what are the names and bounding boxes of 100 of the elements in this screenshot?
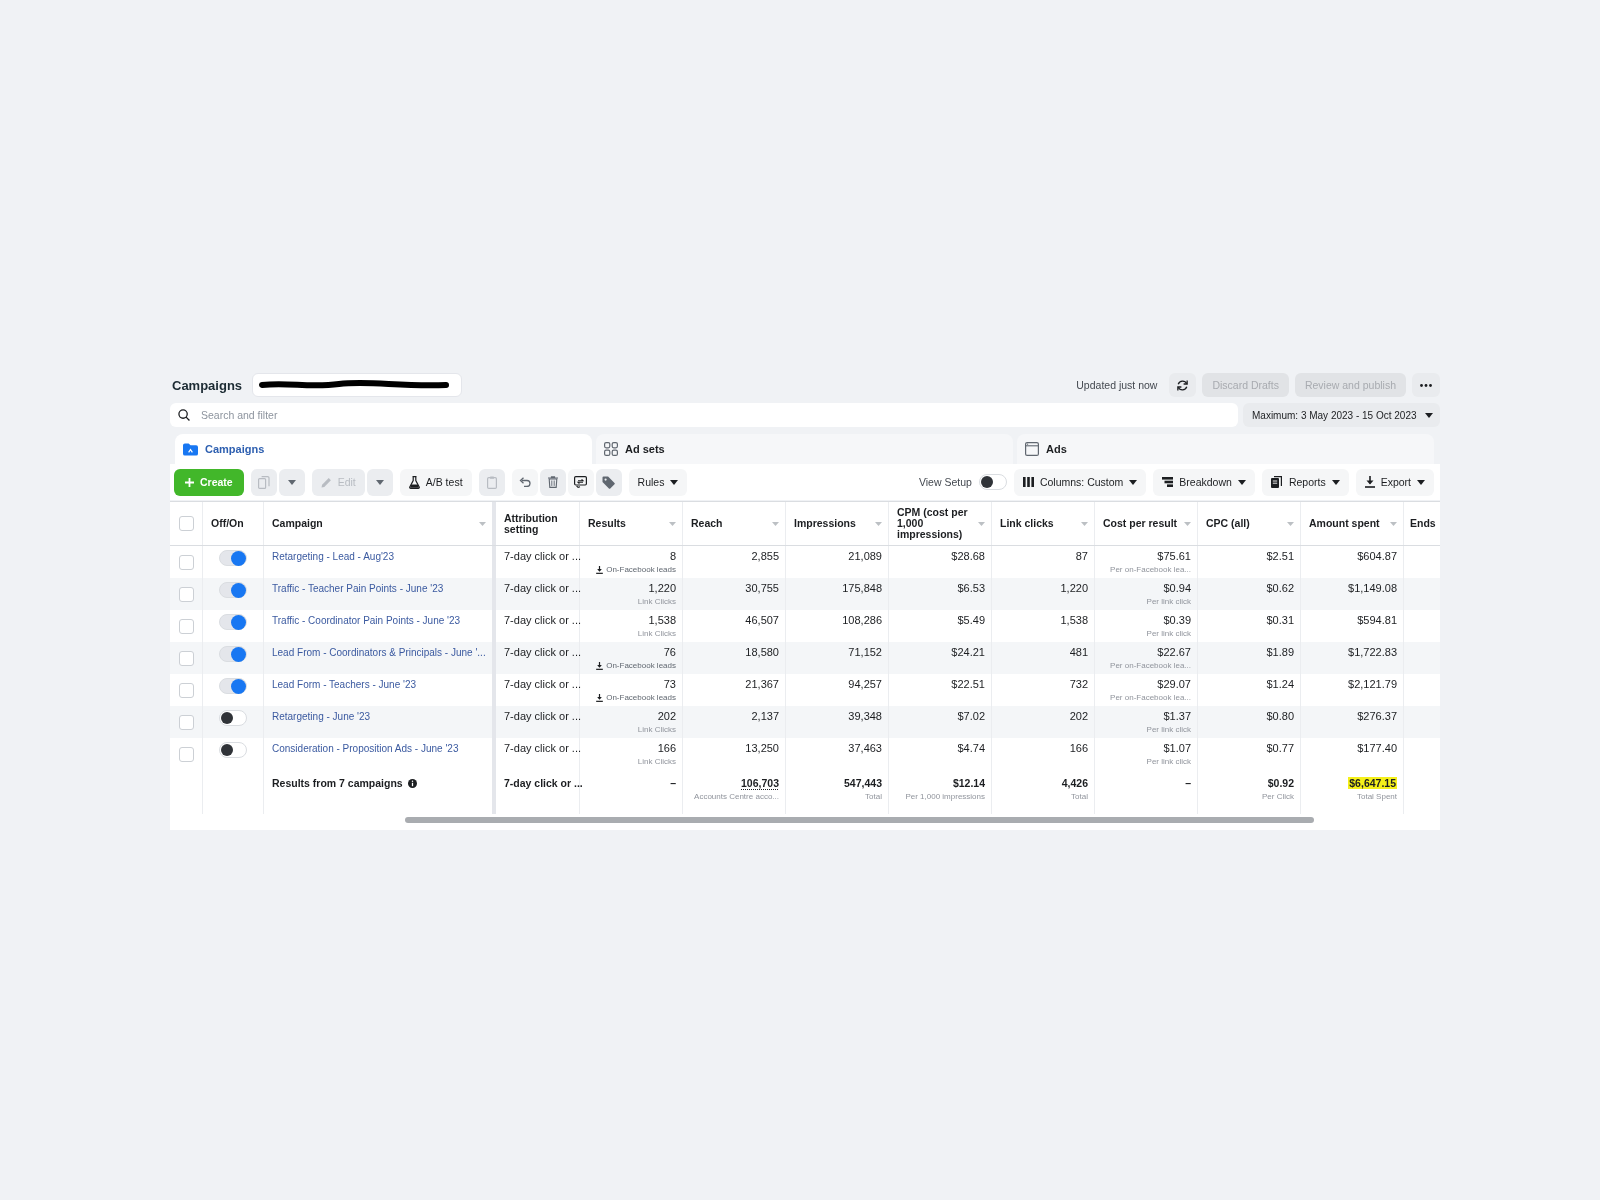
row-checkbox[interactable] bbox=[178, 586, 194, 602]
table-cell: $4.74 bbox=[957, 742, 985, 754]
download-icon bbox=[596, 661, 604, 670]
column-header[interactable]: Cost per result bbox=[1103, 518, 1180, 529]
select-all-checkbox[interactable] bbox=[178, 516, 194, 531]
column-header[interactable]: Results bbox=[588, 518, 665, 529]
column-header[interactable]: Reach bbox=[691, 518, 768, 529]
view-setup-label: View Setup bbox=[918, 476, 972, 488]
caret-icon bbox=[1425, 412, 1433, 418]
campaign-link[interactable]: Lead From - Coordinators & Principals - June '... bbox=[272, 647, 486, 658]
table-cell: – bbox=[1185, 777, 1191, 789]
campaign-link[interactable]: Traffic - Teacher Pain Points - June '23 bbox=[272, 583, 444, 594]
caret-icon bbox=[1237, 479, 1246, 485]
column-header[interactable]: CPM (cost per 1,000 impressions) bbox=[897, 507, 974, 540]
tab[interactable]: Ads bbox=[1017, 434, 1434, 464]
row-checkbox[interactable] bbox=[178, 650, 194, 666]
scribble-icon bbox=[259, 379, 450, 391]
dropdown-button[interactable] bbox=[278, 468, 305, 496]
more-icon bbox=[1420, 383, 1432, 387]
columns-button[interactable]: Columns: Custom bbox=[1013, 468, 1147, 496]
column-header[interactable]: Impressions bbox=[794, 518, 871, 529]
table-cell: 94,257 bbox=[848, 678, 882, 690]
toggle-switch[interactable] bbox=[219, 614, 247, 630]
campaign-link[interactable]: Consideration - Proposition Ads - June '23 bbox=[272, 743, 459, 754]
table-cell: 73 bbox=[663, 678, 676, 690]
update-status: Updated just now bbox=[1076, 379, 1158, 391]
column-header[interactable]: CPC (all) bbox=[1206, 518, 1283, 529]
tag-button[interactable] bbox=[595, 468, 622, 496]
toggle-switch[interactable] bbox=[219, 646, 247, 662]
toggle-switch[interactable] bbox=[219, 742, 247, 758]
row-checkbox[interactable] bbox=[178, 714, 194, 730]
campaign-link[interactable]: Traffic - Coordinator Pain Points - June '23 bbox=[272, 615, 461, 626]
table-cell: $5.49 bbox=[957, 614, 985, 626]
horizontal-scrollbar[interactable] bbox=[405, 817, 1314, 823]
cell-caption: Total bbox=[865, 791, 882, 802]
account-dropdown[interactable] bbox=[252, 373, 463, 397]
table-cell: 1,538 bbox=[1060, 614, 1088, 626]
table-cell: $0.39 bbox=[1163, 614, 1191, 626]
cell-caption: Per link click bbox=[1146, 756, 1191, 767]
table-cell: 7-day click or ... bbox=[504, 614, 582, 626]
table-cell: $28.68 bbox=[951, 550, 985, 562]
row-checkbox[interactable] bbox=[178, 682, 194, 698]
campaign-link[interactable]: Retargeting - Lead - Aug'23 bbox=[272, 551, 394, 562]
table-cell: 2,137 bbox=[751, 710, 779, 722]
table-cell: 7-day click or ... bbox=[504, 710, 582, 722]
table-cell: 7-day click or ... bbox=[504, 582, 582, 594]
table-cell: 21,089 bbox=[848, 550, 882, 562]
column-header[interactable]: Campaign bbox=[272, 518, 475, 529]
cell-caption: Per link click bbox=[1146, 724, 1191, 735]
caret-icon bbox=[1331, 479, 1340, 485]
toggle-switch[interactable] bbox=[219, 678, 247, 694]
column-header: Off/On bbox=[211, 518, 245, 529]
table-cell: $6,647.15 bbox=[1348, 777, 1397, 789]
clipboard-button[interactable] bbox=[478, 468, 505, 496]
refresh-button[interactable] bbox=[1169, 373, 1197, 397]
row-checkbox[interactable] bbox=[178, 746, 194, 762]
toggle-switch[interactable] bbox=[219, 582, 247, 598]
cell-caption: On-Facebook leads bbox=[606, 564, 676, 575]
tab[interactable]: Campaigns bbox=[175, 434, 592, 464]
table-cell: $75.61 bbox=[1157, 550, 1191, 562]
column-header[interactable]: Link clicks bbox=[1000, 518, 1077, 529]
table-cell: 18,580 bbox=[745, 646, 779, 658]
breakdown-button[interactable]: Breakdown bbox=[1153, 468, 1255, 496]
toggle-switch[interactable] bbox=[219, 710, 247, 726]
reports-button[interactable]: Reports bbox=[1261, 468, 1349, 496]
delete-button[interactable] bbox=[539, 468, 566, 496]
ab-test-button[interactable]: A/B test bbox=[399, 468, 472, 496]
row-checkbox[interactable] bbox=[178, 554, 194, 570]
table-cell: $276.37 bbox=[1357, 710, 1397, 722]
table-cell: 8 bbox=[669, 550, 676, 562]
table-cell: $1.37 bbox=[1163, 710, 1191, 722]
caret-icon bbox=[1417, 479, 1425, 485]
campaign-link[interactable]: Retargeting - June '23 bbox=[272, 711, 371, 722]
table-cell: 39,348 bbox=[848, 710, 882, 722]
row-checkbox[interactable] bbox=[178, 618, 194, 634]
table-cell: 4,426 bbox=[1061, 777, 1088, 789]
campaign-link[interactable]: Lead Form - Teachers - June '23 bbox=[272, 679, 417, 690]
download-icon bbox=[596, 565, 604, 574]
window-icon bbox=[1025, 442, 1039, 456]
table-cell: 108,286 bbox=[842, 614, 882, 626]
caret-icon bbox=[287, 479, 296, 485]
table-cell: 7-day click or ... bbox=[504, 742, 582, 754]
dropdown-button[interactable] bbox=[366, 468, 393, 496]
cell-caption: Accounts Centre acco... bbox=[694, 791, 779, 802]
export-button[interactable]: Export bbox=[1355, 468, 1434, 496]
table-cell: 1,220 bbox=[1060, 582, 1088, 594]
download-icon bbox=[596, 693, 604, 702]
tag-icon bbox=[602, 475, 616, 489]
undo-button[interactable] bbox=[511, 468, 538, 496]
column-header[interactable]: Amount spent bbox=[1309, 518, 1386, 529]
toggle-switch[interactable] bbox=[978, 474, 1007, 490]
table-cell: $29.07 bbox=[1157, 678, 1191, 690]
toggle-switch[interactable] bbox=[219, 550, 247, 566]
tab[interactable]: Ad sets bbox=[596, 434, 1013, 464]
more-button[interactable] bbox=[1412, 373, 1440, 397]
preview-button[interactable] bbox=[567, 468, 594, 496]
date-range-dropdown[interactable]: Maximum: 3 May 2023 - 15 Oct 2023 bbox=[1243, 403, 1440, 427]
refresh-icon bbox=[1176, 378, 1190, 392]
search-field[interactable]: Search and filter bbox=[170, 403, 1238, 427]
rules-button[interactable]: Rules bbox=[628, 468, 688, 496]
